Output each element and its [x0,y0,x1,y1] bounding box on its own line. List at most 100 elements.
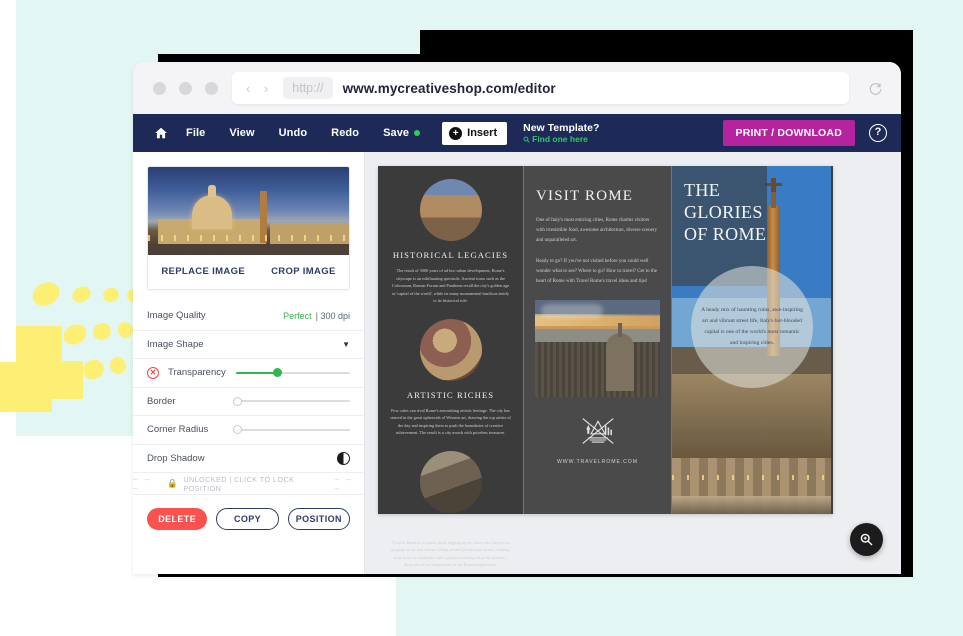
section-image-artistic [419,318,482,381]
right-title-line-3: OF ROME [684,223,767,244]
row-image-quality: Image Quality Perfect | 300 dpi [133,302,364,331]
replace-image-button[interactable]: REPLACE IMAGE [161,266,245,277]
transparency-label: Transparency [168,367,226,379]
window-controls[interactable] [153,81,218,95]
lock-position-row[interactable]: – – – 🔒 UNLOCKED | CLICK TO LOCK POSITIO… [133,473,364,495]
section-living: LIVING THE LIFE A trip to Rome is as muc… [378,437,523,569]
image-thumbnail[interactable] [148,167,349,255]
menu-label: File [186,127,206,139]
drop-shadow-label: Drop Shadow [147,452,205,464]
page-root: ‹ › http:// www.mycreativeshop.com/edito… [0,0,963,636]
position-button[interactable]: POSITION [287,508,350,530]
section-title: LIVING THE LIFE [407,521,494,532]
section-image-living [419,450,482,513]
brochure-middle-paragraph-2: Ready to go? If you've not visited befor… [536,259,657,284]
brochure-middle-photo[interactable] [535,300,660,397]
slider-knob[interactable] [233,396,242,406]
image-card-actions: REPLACE IMAGE CROP IMAGE [148,255,349,289]
menu-label: Save [383,127,410,139]
nav-arrows-icon[interactable]: ‹ › [246,81,273,96]
section-body: The result of 3000 years of ad hoc urban… [391,268,510,304]
delete-button[interactable]: DELETE [147,508,208,530]
menu-item-view[interactable]: View [217,127,266,139]
search-icon [523,136,530,143]
brochure-logo-block: WWW.TRAVELROME.COM [524,413,671,465]
maximize-dot-icon[interactable] [205,81,218,95]
browser-window: ‹ › http:// www.mycreativeshop.com/edito… [133,62,901,574]
brochure-column-left[interactable]: HISTORICAL LEGACIES The result of 3000 y… [378,166,524,567]
image-shape-label: Image Shape [147,338,204,350]
menu-item-file[interactable]: File [174,127,217,139]
new-template-link[interactable]: Find one here [523,133,599,145]
zoom-button[interactable] [850,523,883,556]
brochure-column-middle[interactable]: VISIT ROME One of Italy's most enticing … [524,166,672,514]
panel-gap [133,290,364,302]
row-corner-radius[interactable]: Corner Radius [133,416,364,445]
thumb-ground [148,244,349,255]
slider-knob[interactable] [273,368,283,378]
menu-item-redo[interactable]: Redo [319,127,371,139]
right-circle-overlay: A heady mix of haunting ruins, awe-inspi… [691,266,813,388]
menu-item-undo[interactable]: Undo [267,127,320,139]
new-template-title: New Template? [523,121,600,134]
url-text[interactable]: www.mycreativeshop.com/editor [343,81,556,96]
section-image-historical [419,179,482,241]
app-body: REPLACE IMAGE CROP IMAGE Image Quality P… [133,152,901,574]
border-slider[interactable] [233,395,350,407]
corner-radius-slider[interactable] [233,424,350,436]
reload-icon[interactable] [863,76,887,100]
slider-fill [235,371,277,374]
chevron-down-icon: ▼ [342,339,350,349]
plus-icon: + [449,126,463,140]
border-label: Border [147,395,176,407]
image-shape-dropdown[interactable]: ▼ [342,340,350,349]
menu-label: View [229,127,255,139]
slider-track [233,400,350,403]
slider-knob[interactable] [233,425,242,435]
image-quality-value: Perfect | 300 dpi [283,311,350,321]
crop-image-button[interactable]: CROP IMAGE [271,266,336,277]
insert-button[interactable]: + Insert [442,121,508,145]
right-photo-obelisk-top [771,190,776,208]
brochure-canvas[interactable]: HISTORICAL LEGACIES The result of 3000 y… [378,166,833,567]
menu-label: Undo [278,127,308,139]
print-download-button[interactable]: PRINT / DOWNLOAD [722,120,855,146]
row-image-shape[interactable]: Image Shape ▼ [133,331,364,359]
reset-transparency-icon[interactable]: ✕ [147,366,159,379]
image-quality-dpi: | 300 dpi [315,310,350,321]
section-body: A trip to Rome is as much about lapping … [391,539,510,568]
image-properties-panel: REPLACE IMAGE CROP IMAGE Image Quality P… [133,152,365,574]
copy-button[interactable]: COPY [216,508,279,530]
brochure-website: WWW.TRAVELROME.COM [557,459,638,465]
photo-cloud [541,304,603,318]
thumb-lights [148,235,349,241]
dash-right: – – – [334,474,354,493]
brochure-column-right[interactable]: THE GLORIES OF ROME A heady mix of haunt… [672,166,831,514]
lock-icon: 🔒 [167,478,179,488]
row-border[interactable]: Border [133,388,364,416]
transparency-slider[interactable] [235,367,350,379]
right-circle-text: A heady mix of haunting ruins, awe-inspi… [701,307,803,346]
menu-label: Redo [331,127,360,139]
url-scheme-badge: http:// [283,77,333,99]
row-drop-shadow[interactable]: Drop Shadow [133,445,364,473]
thumb-facade-right [270,223,349,245]
drop-shadow-toggle-icon[interactable] [337,451,350,465]
right-title-line-2: GLORIES [684,201,763,222]
address-bar[interactable]: ‹ › http:// www.mycreativeshop.com/edito… [232,72,849,104]
close-dot-icon[interactable] [153,81,166,95]
new-template-block[interactable]: New Template? Find one here [523,122,599,145]
menu-item-save[interactable]: Save [371,127,432,139]
thumb-lantern [208,185,216,197]
canvas-workspace[interactable]: HISTORICAL LEGACIES The result of 3000 y… [365,152,901,574]
minimize-dot-icon[interactable] [179,81,192,95]
selected-image-card: REPLACE IMAGE CROP IMAGE [147,166,350,290]
row-transparency[interactable]: ✕ Transparency [133,359,364,388]
new-template-link-label: Find one here [532,133,588,144]
help-icon[interactable]: ? [869,124,887,142]
dash-left: – – – [133,474,152,493]
thumb-dome [192,195,232,229]
panel-action-buttons: DELETE COPY POSITION [133,495,364,530]
home-icon[interactable] [148,126,174,140]
save-status-dot [414,130,421,136]
